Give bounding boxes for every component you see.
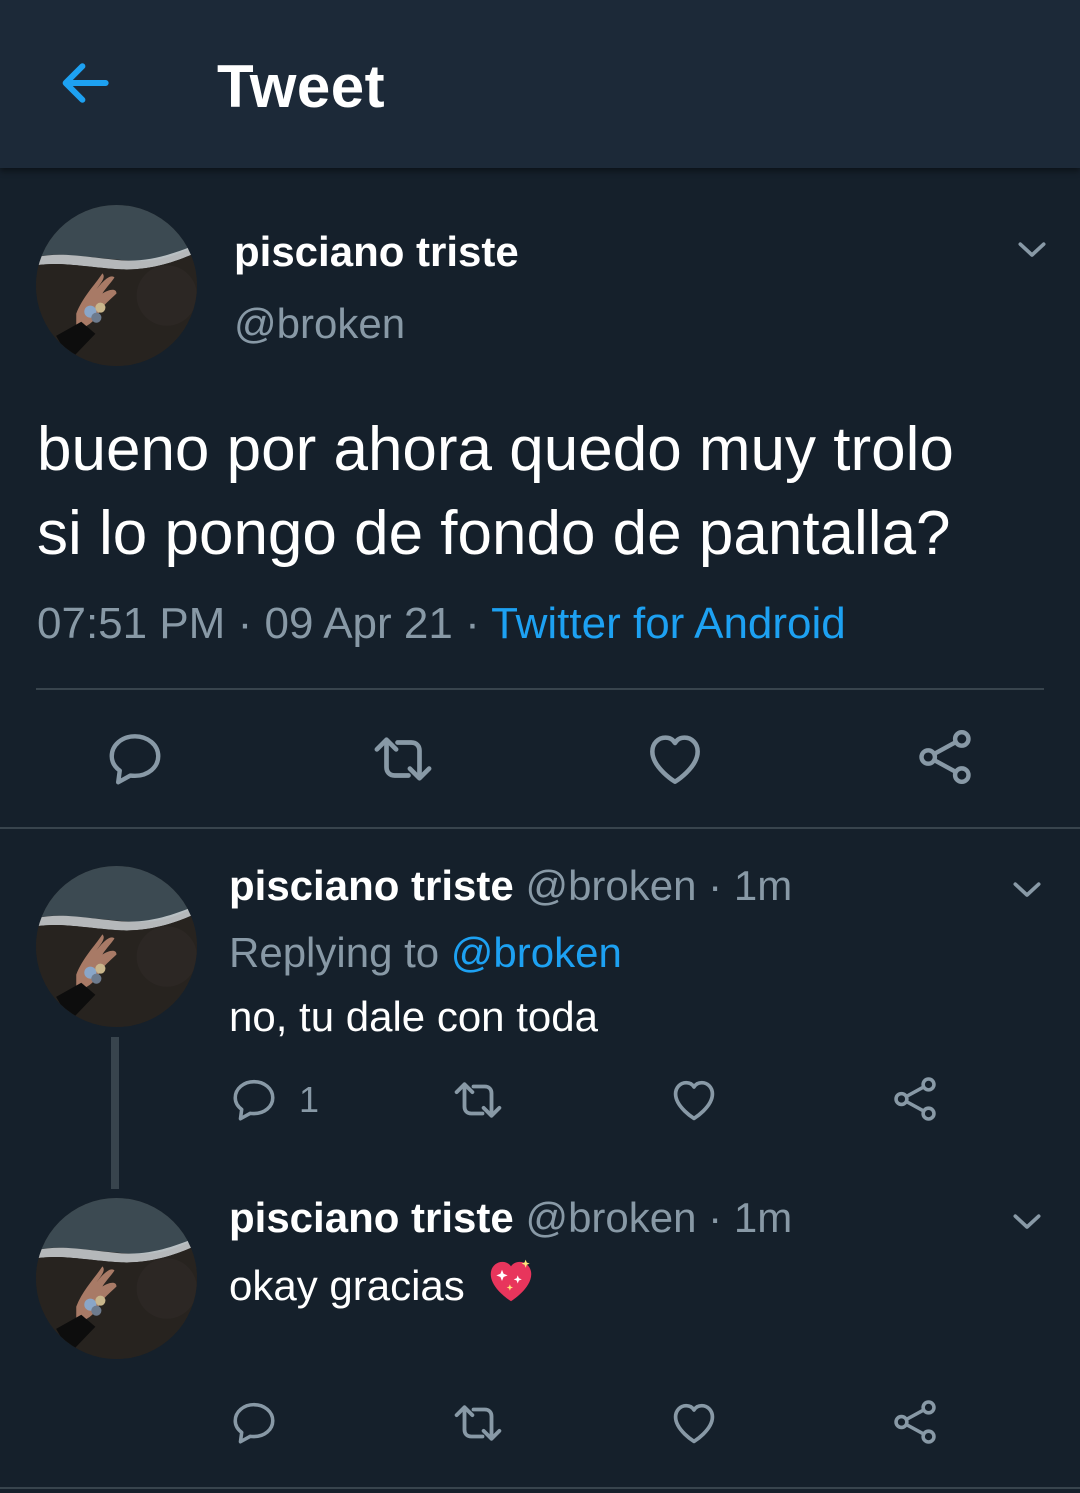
sparkling-heart-emoji xyxy=(484,1254,538,1320)
avatar[interactable] xyxy=(36,866,197,1027)
author-handle[interactable]: @broken xyxy=(525,862,696,909)
retweet-icon xyxy=(451,1073,505,1127)
reply-header: pisciano triste @broken · 1m xyxy=(229,860,792,912)
retweet-button[interactable] xyxy=(370,726,436,792)
meta-separator: · xyxy=(708,1194,723,1241)
heart-icon xyxy=(668,1074,720,1126)
tweet-age: 1m xyxy=(733,1194,793,1241)
chevron-down-icon[interactable] xyxy=(1007,1202,1047,1242)
tweet-text: bueno por ahora quedo muy trolo si lo po… xyxy=(37,408,1047,576)
reply-button[interactable] xyxy=(229,1398,279,1448)
like-button[interactable] xyxy=(643,727,707,791)
share-icon xyxy=(914,726,976,788)
tweet-meta: 07:51 PM · 09 Apr 21 · Twitter for Andro… xyxy=(37,596,846,652)
meta-separator: · xyxy=(237,599,253,648)
author-name[interactable]: pisciano triste xyxy=(234,226,519,278)
replying-label: Replying to xyxy=(229,929,440,976)
tweet-time: 07:51 PM xyxy=(37,599,226,648)
reply-text: no, tu dale con toda xyxy=(229,993,598,1040)
reply-header: pisciano triste @broken · 1m xyxy=(229,1192,792,1244)
avatar[interactable] xyxy=(36,205,197,366)
share-button[interactable] xyxy=(890,1397,940,1447)
share-icon xyxy=(890,1397,940,1447)
avatar[interactable] xyxy=(36,1198,197,1359)
author-handle[interactable]: @broken xyxy=(525,1194,696,1241)
tweet-source-link[interactable]: Twitter for Android xyxy=(491,599,846,648)
thread-connector xyxy=(111,1037,119,1189)
reply-count: 1 xyxy=(299,1079,320,1120)
like-button[interactable] xyxy=(668,1074,720,1126)
tweet-date: 09 Apr 21 xyxy=(264,599,453,648)
reply-text: okay gracias xyxy=(229,1254,538,1320)
chevron-down-icon[interactable] xyxy=(1012,230,1052,270)
reply-icon xyxy=(104,728,166,790)
divider xyxy=(0,1487,1080,1489)
retweet-icon xyxy=(451,1396,505,1450)
author-name[interactable]: pisciano triste xyxy=(229,862,514,909)
reply-text-content: okay gracias xyxy=(229,1262,465,1309)
replying-to: Replying to @broken xyxy=(229,927,622,979)
meta-separator: · xyxy=(465,599,480,648)
back-arrow-icon[interactable] xyxy=(54,52,116,114)
tweet-age: 1m xyxy=(733,862,793,909)
share-icon xyxy=(890,1074,940,1124)
reply-button[interactable]: 1 xyxy=(229,1075,319,1125)
chevron-down-icon[interactable] xyxy=(1007,870,1047,910)
like-button[interactable] xyxy=(668,1397,720,1449)
heart-icon xyxy=(668,1397,720,1449)
tweet-text-line: si lo pongo de fondo de pantalla? xyxy=(37,499,951,568)
retweet-button[interactable] xyxy=(451,1073,505,1127)
divider xyxy=(36,688,1044,690)
reply-icon xyxy=(229,1075,279,1125)
share-button[interactable] xyxy=(890,1074,940,1124)
replying-handle-link[interactable]: @broken xyxy=(451,929,622,976)
divider xyxy=(0,827,1080,829)
reply-button[interactable] xyxy=(104,728,166,790)
heart-icon xyxy=(643,727,707,791)
top-bar: Tweet xyxy=(0,0,1080,168)
tweet-text-line: bueno por ahora quedo muy trolo xyxy=(37,415,954,484)
reply-icon xyxy=(229,1398,279,1448)
author-name[interactable]: pisciano triste xyxy=(229,1194,514,1241)
share-button[interactable] xyxy=(914,726,976,788)
meta-separator: · xyxy=(708,862,723,909)
author-handle[interactable]: @broken xyxy=(234,298,405,350)
page-title: Tweet xyxy=(217,53,386,120)
retweet-button[interactable] xyxy=(451,1396,505,1450)
retweet-icon xyxy=(370,726,436,792)
